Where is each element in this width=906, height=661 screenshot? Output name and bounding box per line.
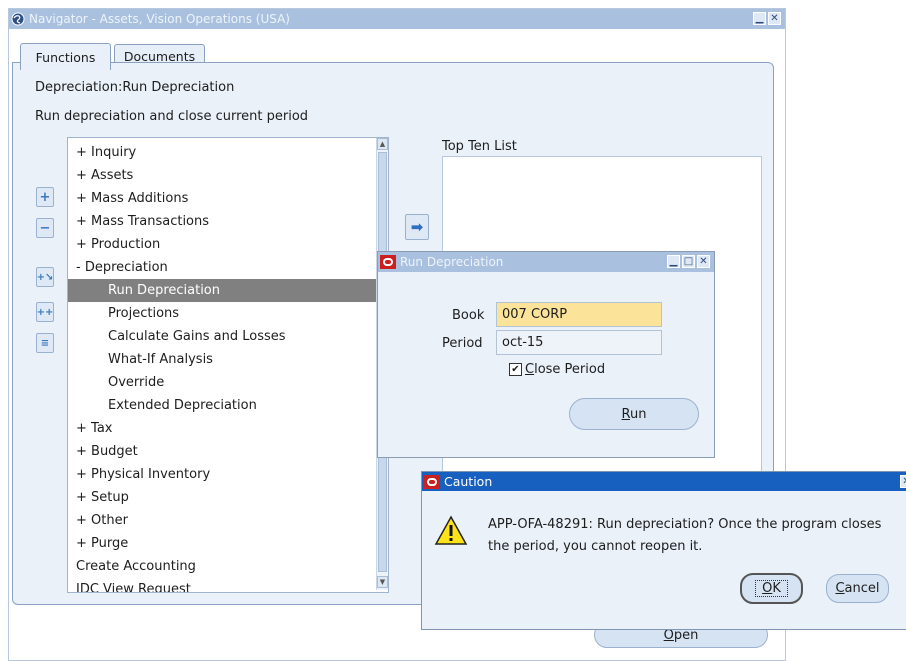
tree-item-create-accounting[interactable]: Create Accounting [68,555,380,578]
tree-item-projections[interactable]: Projections [68,302,388,325]
caution-titlebar[interactable]: Caution ✕ [422,472,906,491]
period-label: Period [442,336,483,351]
expand-button[interactable]: + [36,187,54,207]
warning-icon [434,515,468,550]
checkbox-checked-icon: ✔ [509,363,522,376]
add-to-top-ten-button[interactable]: ➡ [405,214,429,240]
collapse-all-button[interactable]: ≡ [36,333,54,353]
period-field[interactable]: oct-15 [496,330,662,355]
scroll-down-icon[interactable]: ▼ [377,576,388,588]
cancel-mnemonic: C [835,581,845,596]
tree-item-purge[interactable]: + Purge [68,532,380,555]
minus-icon: − [39,220,51,236]
tree-item-extended-depreciation[interactable]: Extended Depreciation [68,394,388,417]
tree-item-physical-inventory[interactable]: + Physical Inventory [68,463,380,486]
collapse-button[interactable]: − [36,218,54,238]
oracle-logo-icon [424,474,440,489]
run-dialog-titlebar[interactable]: Run Depreciation ▁ □ ✕ [378,252,714,272]
book-field[interactable]: 007 CORP [496,302,662,327]
oracle-logo-icon [380,255,396,269]
minimize-icon[interactable]: ▁ [667,255,680,268]
close-period-mnemonic: C [525,362,535,377]
close-icon[interactable]: ✕ [697,255,710,268]
expand-all-button[interactable]: ++ [36,302,54,322]
caution-message-line2: the period, you cannot reopen it. [488,539,703,554]
tree-item-production[interactable]: + Production [68,233,380,256]
top-ten-label: Top Ten List [442,139,517,154]
run-rest: un [629,406,647,422]
run-mnemonic: R [621,406,630,422]
tree-item-setup[interactable]: + Setup [68,486,380,509]
tree-item-what-if-analysis[interactable]: What-If Analysis [68,348,388,371]
book-label: Book [452,308,485,323]
tree-item-idc-view-request[interactable]: IDC View Request [68,578,380,592]
function-path: Depreciation:Run Depreciation [35,80,235,95]
tree-item-inquiry[interactable]: + Inquiry [68,141,380,164]
tree-item-budget[interactable]: + Budget [68,440,380,463]
close-period-label: Close Period [525,362,605,377]
globe-icon [11,12,25,26]
caution-title: Caution [444,474,493,489]
scroll-up-icon[interactable]: ▲ [377,138,388,150]
close-icon[interactable]: ✕ [768,12,781,25]
expand-branch-icon: +↘ [36,271,54,283]
run-button[interactable]: Run [569,398,699,430]
cancel-rest: ancel [844,581,880,596]
run-depreciation-dialog: Run Depreciation ▁ □ ✕ Book 007 CORP Per… [377,251,715,458]
close-period-checkbox[interactable]: ✔ Close Period [509,362,605,377]
tree-item-calculate-gains-losses[interactable]: Calculate Gains and Losses [68,325,388,348]
tree-item-depreciation[interactable]: - Depreciation [68,256,380,279]
function-tree[interactable]: + Inquiry + Assets + Mass Additions + Ma… [67,137,389,593]
ok-mnemonic: O [762,581,773,596]
maximize-icon[interactable]: □ [682,255,695,268]
tree-item-tax[interactable]: + Tax [68,417,380,440]
tree-item-run-depreciation[interactable]: Run Depreciation [68,279,380,302]
tree-item-other[interactable]: + Other [68,509,380,532]
cancel-button-label: Cancel [835,581,879,596]
tree-item-override[interactable]: Override [68,371,388,394]
navigator-titlebar[interactable]: Navigator - Assets, Vision Operations (U… [9,9,785,29]
ok-button[interactable]: OK [740,573,803,604]
navigator-title: Navigator - Assets, Vision Operations (U… [29,12,290,26]
period-value: oct-15 [502,335,544,350]
cancel-button[interactable]: Cancel [826,574,889,603]
tab-functions[interactable]: Functions [20,43,111,70]
collapse-all-icon: ≡ [40,337,50,349]
function-description: Run depreciation and close current perio… [35,109,309,124]
ok-button-label: OK [755,580,788,597]
book-value: 007 CORP [502,307,568,322]
expand-all-icon: ++ [36,306,54,318]
close-icon[interactable]: ✕ [900,475,906,488]
ok-rest: K [772,581,781,596]
run-dialog-title: Run Depreciation [400,255,504,269]
plus-icon: + [39,189,51,205]
expand-branch-button[interactable]: +↘ [36,267,54,287]
tree-item-mass-additions[interactable]: + Mass Additions [68,187,380,210]
tab-functions-label: Functions [35,49,96,65]
close-period-rest: lose Period [534,362,606,377]
tree-item-assets[interactable]: + Assets [68,164,380,187]
caution-message-line1: APP-OFA-48291: Run depreciation? Once th… [488,517,882,532]
arrow-right-icon: ➡ [410,218,424,236]
tree-item-mass-transactions[interactable]: + Mass Transactions [68,210,380,233]
caution-dialog: Caution ✕ APP-OFA-48291: Run depreciatio… [421,471,906,630]
run-button-label: Run [622,407,647,422]
minimize-icon[interactable]: ▁ [753,12,766,25]
